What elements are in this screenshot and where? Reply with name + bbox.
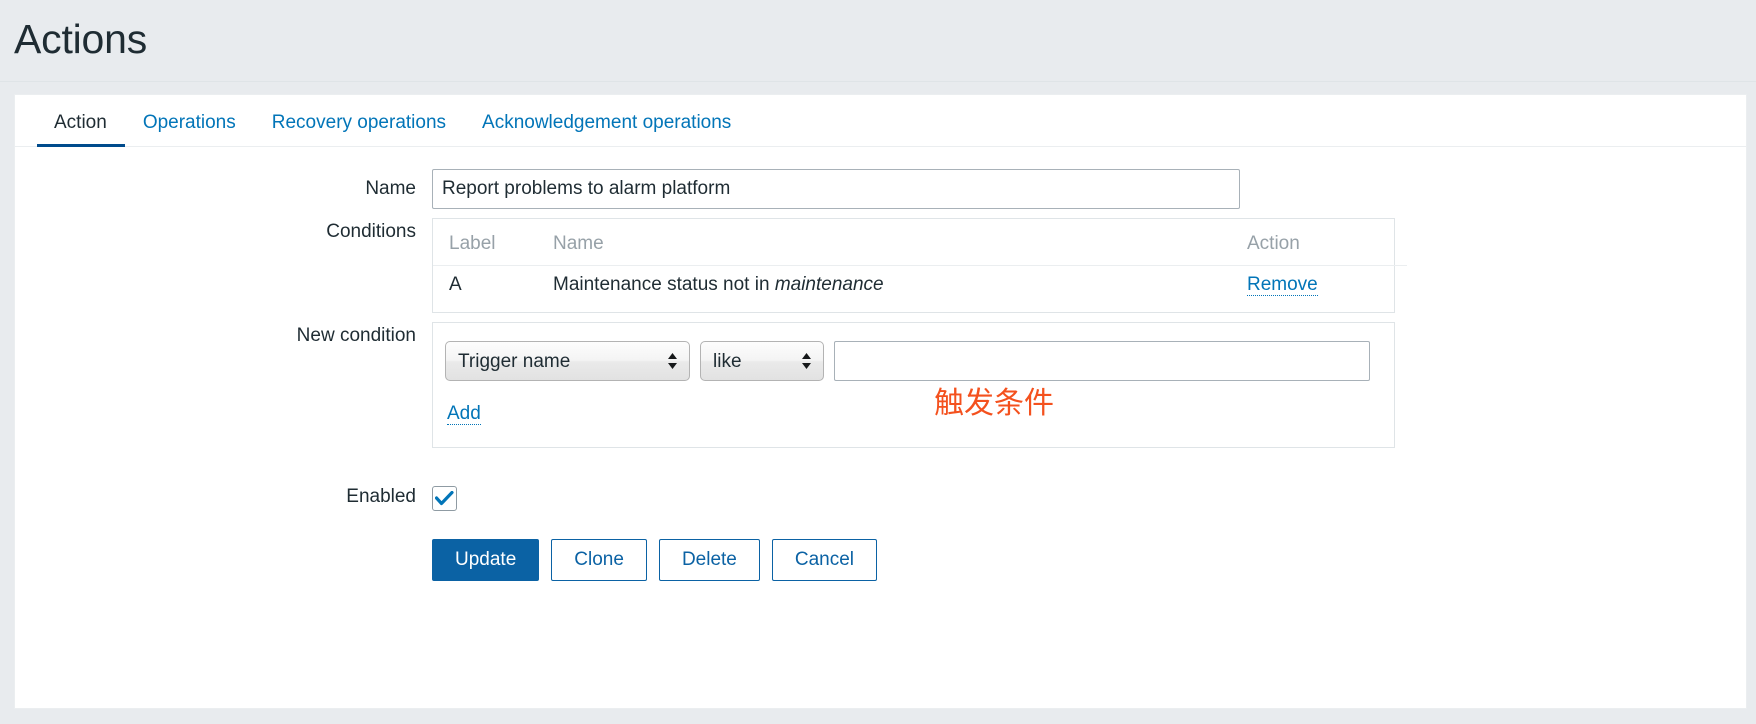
condition-type-select[interactable]: Trigger name xyxy=(445,341,690,381)
enabled-field-wrap xyxy=(432,484,1746,511)
conditions-field-wrap: Label Name Action A Maintenance status n… xyxy=(432,209,1746,313)
content-panel: Action Operations Recovery operations Ac… xyxy=(14,94,1747,709)
conditions-table: Label Name Action A Maintenance status n… xyxy=(433,219,1407,312)
add-condition-link[interactable]: Add xyxy=(447,403,481,425)
delete-button[interactable]: Delete xyxy=(658,539,760,581)
condition-operator-select-wrap: like xyxy=(700,341,824,381)
tab-acknowledgement-operations[interactable]: Acknowledgement operations xyxy=(464,112,749,147)
clone-button[interactable]: Clone xyxy=(551,539,647,581)
new-condition-controls: Trigger name like xyxy=(445,341,1394,381)
conditions-header-row: Label Name Action xyxy=(433,219,1407,266)
condition-type-select-wrap: Trigger name xyxy=(445,341,690,381)
name-label: Name xyxy=(365,178,416,199)
form-row-new-condition: New condition Trigger name like Add xyxy=(15,313,1746,448)
conditions-table-head: Label Name Action xyxy=(433,219,1407,266)
column-header-name: Name xyxy=(553,233,604,254)
condition-name-text: Maintenance status not in xyxy=(553,274,775,295)
conditions-table-body: A Maintenance status not in maintenance … xyxy=(433,265,1407,312)
tab-operations[interactable]: Operations xyxy=(125,112,254,147)
table-row: A Maintenance status not in maintenance … xyxy=(433,265,1407,312)
form-row-buttons: Update Clone Delete Cancel xyxy=(15,539,1746,581)
cancel-button[interactable]: Cancel xyxy=(771,539,878,581)
add-condition-row: Add xyxy=(445,403,1394,425)
condition-operator-select[interactable]: like xyxy=(700,341,824,381)
form-row-conditions: Conditions Label Name Action A Maintenan… xyxy=(15,209,1746,313)
checkmark-icon xyxy=(435,491,454,506)
remove-condition-link[interactable]: Remove xyxy=(1247,274,1318,296)
update-button[interactable]: Update xyxy=(432,539,540,581)
condition-value-input[interactable] xyxy=(834,341,1370,381)
enabled-label: Enabled xyxy=(346,486,416,507)
column-header-label: Label xyxy=(449,233,496,254)
tab-recovery-operations[interactable]: Recovery operations xyxy=(254,112,464,147)
new-condition-field-wrap: Trigger name like Add xyxy=(432,313,1746,448)
tab-action[interactable]: Action xyxy=(37,112,125,147)
form-row-enabled: Enabled xyxy=(15,484,1746,511)
tab-bar: Action Operations Recovery operations Ac… xyxy=(15,95,1746,147)
column-header-action: Action xyxy=(1247,233,1300,254)
form-actions: Update Clone Delete Cancel xyxy=(432,539,1746,581)
condition-action-cell: Remove xyxy=(1243,265,1407,312)
enabled-checkbox[interactable] xyxy=(432,486,457,511)
condition-name-cell: Maintenance status not in maintenance xyxy=(553,265,1243,312)
condition-label-cell: A xyxy=(433,265,553,312)
condition-name-italic: maintenance xyxy=(774,274,884,295)
conditions-box: Label Name Action A Maintenance status n… xyxy=(432,218,1407,313)
page-title: Actions xyxy=(14,16,148,62)
name-field-wrap xyxy=(432,169,1746,209)
buttons-field-wrap: Update Clone Delete Cancel xyxy=(432,539,1746,581)
new-condition-label: New condition xyxy=(296,325,416,346)
form-row-name: Name xyxy=(15,169,1746,209)
name-input[interactable] xyxy=(432,169,1240,209)
conditions-label: Conditions xyxy=(326,221,416,242)
page-header: Actions xyxy=(0,0,1756,82)
new-condition-box: Trigger name like Add xyxy=(432,322,1395,448)
action-form: Name Conditions Label Name Action xyxy=(15,147,1746,581)
